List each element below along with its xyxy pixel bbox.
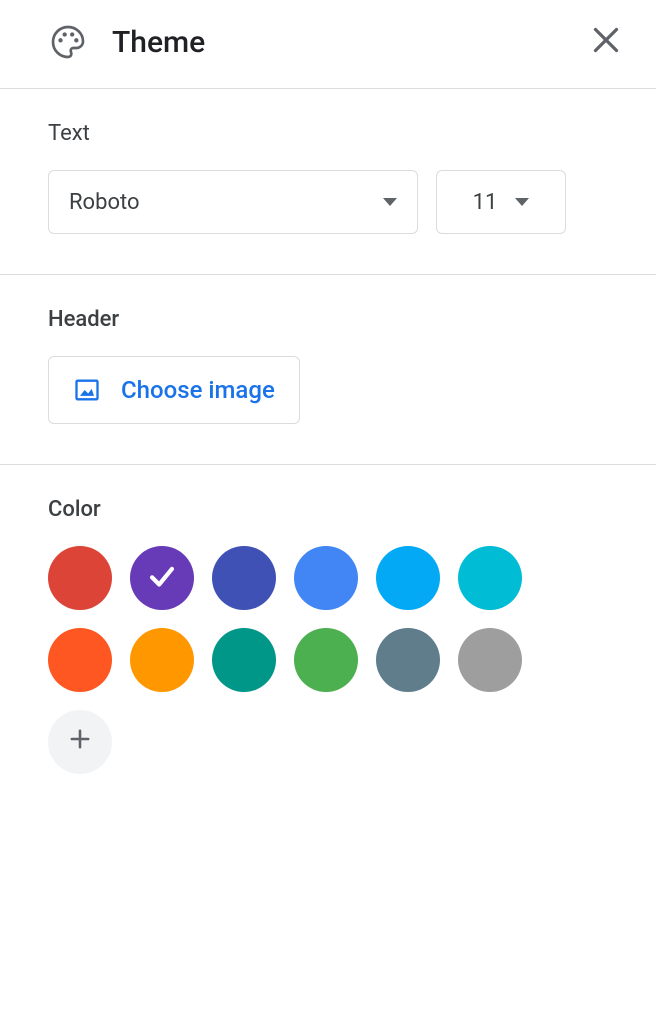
chevron-down-icon (383, 198, 397, 206)
close-icon (588, 22, 624, 62)
color-section: Color (0, 465, 656, 814)
header-section-label: Header (48, 307, 608, 332)
panel-header: Theme (0, 0, 656, 89)
color-swatch[interactable] (48, 628, 112, 692)
color-section-label: Color (48, 497, 608, 522)
text-section-label: Text (48, 121, 608, 146)
palette-icon (48, 22, 88, 62)
color-swatch[interactable] (376, 628, 440, 692)
check-icon (145, 559, 179, 597)
color-swatch[interactable] (458, 628, 522, 692)
color-swatch[interactable] (48, 546, 112, 610)
color-swatch[interactable] (130, 628, 194, 692)
chevron-down-icon (515, 198, 529, 206)
font-size-value: 11 (473, 190, 498, 215)
color-swatch[interactable] (294, 628, 358, 692)
add-color-button[interactable] (48, 710, 112, 774)
color-swatch[interactable] (294, 546, 358, 610)
font-size-dropdown[interactable]: 11 (436, 170, 566, 234)
header-section: Header Choose image (0, 275, 656, 465)
color-swatch[interactable] (458, 546, 522, 610)
color-swatch[interactable] (212, 546, 276, 610)
plus-icon (66, 723, 94, 761)
font-dropdown[interactable]: Roboto (48, 170, 418, 234)
close-button[interactable] (584, 20, 628, 64)
color-swatch[interactable] (130, 546, 194, 610)
image-icon (73, 376, 101, 404)
choose-image-label: Choose image (121, 376, 275, 404)
choose-image-button[interactable]: Choose image (48, 356, 300, 424)
color-grid (48, 546, 568, 774)
color-swatch[interactable] (212, 628, 276, 692)
panel-title: Theme (112, 25, 584, 60)
color-swatch[interactable] (376, 546, 440, 610)
text-controls: Roboto 11 (48, 170, 608, 234)
font-dropdown-value: Roboto (69, 190, 140, 215)
text-section: Text Roboto 11 (0, 89, 656, 275)
